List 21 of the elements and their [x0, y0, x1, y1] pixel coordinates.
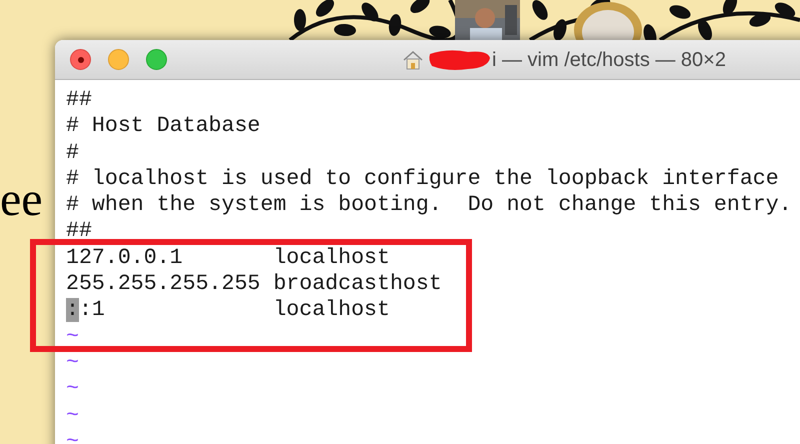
- desktop-text: ee: [0, 176, 43, 224]
- code-line: #: [66, 140, 79, 166]
- code-line: ##: [66, 87, 92, 114]
- empty-line-marker: ~: [66, 324, 79, 350]
- code-line: ##: [66, 218, 92, 245]
- code-line: # localhost is used to configure the loopback interface: [66, 166, 779, 192]
- window-title: i — vim /etc/hosts — 80×2: [492, 48, 726, 72]
- empty-line-marker: ~: [66, 376, 79, 403]
- code-line: # when the system is booting. Do not change this entry.: [66, 192, 792, 218]
- code-line: ::1 localhost: [66, 297, 390, 324]
- minimize-button[interactable]: [108, 49, 129, 70]
- code-line: 127.0.0.1 localhost: [66, 244, 390, 272]
- empty-line-marker: ~: [66, 402, 79, 429]
- close-button[interactable]: [70, 49, 91, 70]
- zoom-button[interactable]: [146, 49, 167, 70]
- code-line: # Host Database: [66, 113, 260, 140]
- code-line: 255.255.255.255 broadcasthost: [66, 271, 442, 298]
- empty-line-marker: ~: [66, 350, 79, 376]
- empty-line-marker: ~: [66, 428, 79, 444]
- redaction-mark: [428, 48, 492, 72]
- house-icon: [402, 50, 424, 70]
